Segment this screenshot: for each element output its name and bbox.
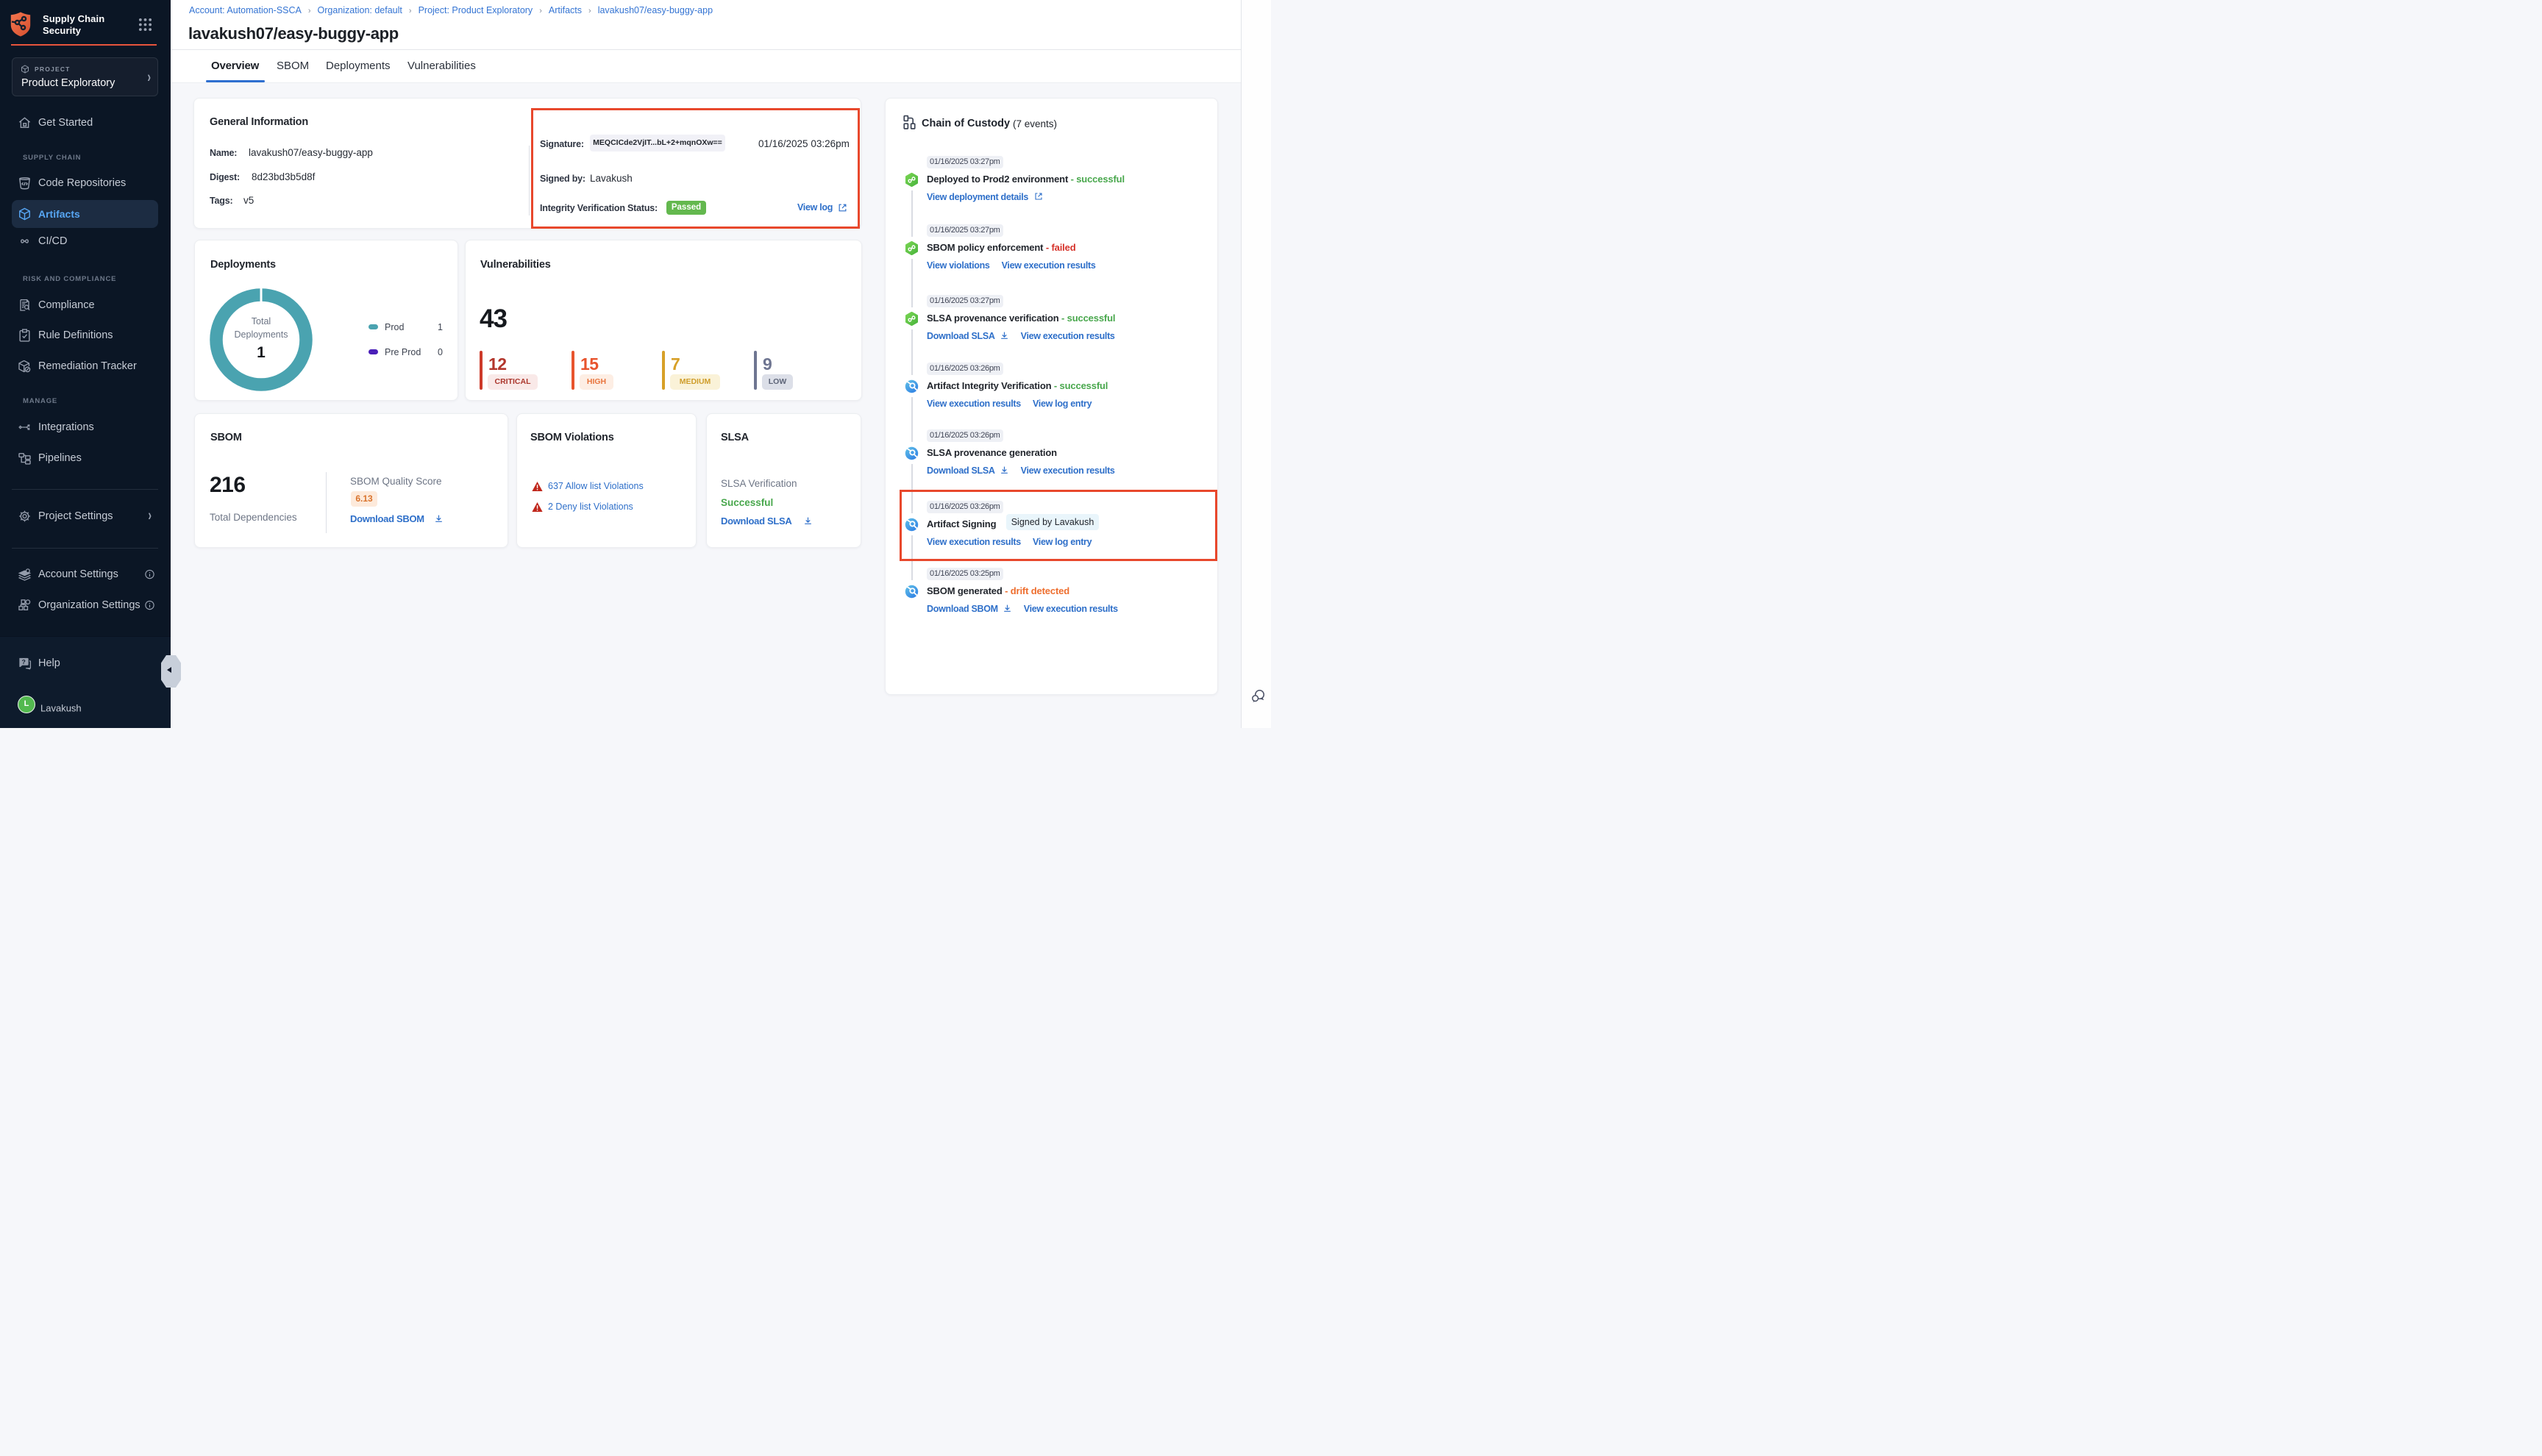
svg-text:?: ? (22, 658, 26, 665)
